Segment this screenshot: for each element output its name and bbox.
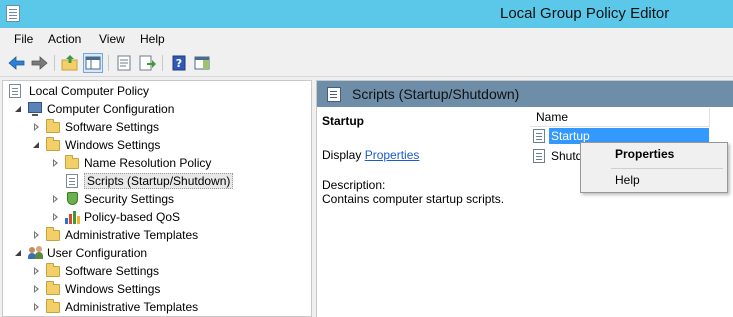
tree-label: Security Settings: [84, 192, 175, 206]
toolbar-separator: [54, 55, 55, 71]
script-icon: [64, 174, 80, 188]
window-title: Local Group Policy Editor: [500, 5, 670, 22]
folder-icon: [45, 263, 61, 278]
script-icon: [533, 129, 545, 143]
column-header-label: Name: [536, 110, 569, 124]
tree-label: Administrative Templates: [65, 300, 199, 314]
users-icon: [27, 246, 43, 260]
folder-icon: [64, 155, 80, 170]
tree-label: Computer Configuration: [47, 102, 175, 116]
toolbar-separator: [162, 55, 163, 71]
computer-icon: [27, 102, 43, 116]
menu-view[interactable]: View: [99, 32, 125, 46]
details-pane: Scripts (Startup/Shutdown) Startup Displ…: [316, 80, 733, 317]
tree-label: Local Computer Policy: [29, 84, 150, 98]
export-list-icon[interactable]: [137, 53, 157, 73]
script-icon: [533, 149, 545, 163]
tree-label: Policy-based QoS: [84, 210, 181, 224]
description-text: Contains computer startup scripts.: [322, 192, 505, 206]
display-prefix: Display: [322, 148, 365, 162]
help-icon[interactable]: ?: [169, 53, 189, 73]
collapse-arrow-icon[interactable]: [50, 194, 60, 204]
context-menu-help[interactable]: Help: [615, 173, 640, 187]
up-folder-icon[interactable]: [60, 53, 80, 73]
expand-arrow-icon[interactable]: [13, 104, 23, 114]
column-header-name[interactable]: Name: [530, 108, 710, 127]
context-menu-properties[interactable]: Properties: [615, 147, 674, 161]
show-hide-tree-icon[interactable]: [83, 53, 103, 73]
folder-icon: [45, 119, 61, 134]
collapse-arrow-icon[interactable]: [50, 212, 60, 222]
folder-icon: [45, 137, 61, 152]
title-bar: Local Group Policy Editor: [0, 0, 733, 28]
bar-chart-icon: [64, 210, 80, 224]
context-menu: Properties Help: [580, 142, 728, 193]
tree-label: Windows Settings: [65, 282, 161, 296]
console-tree[interactable]: Local Computer Policy Computer Configura…: [2, 80, 312, 317]
script-icon: [327, 87, 341, 102]
menu-action[interactable]: Action: [48, 32, 81, 46]
collapse-arrow-icon[interactable]: [31, 266, 41, 276]
properties-icon[interactable]: [114, 53, 134, 73]
context-menu-separator: [611, 168, 723, 169]
details-title: Scripts (Startup/Shutdown): [352, 86, 520, 102]
tree-label: Software Settings: [65, 120, 160, 134]
menu-file[interactable]: File: [14, 32, 33, 46]
properties-link[interactable]: Properties: [365, 148, 420, 162]
collapse-arrow-icon[interactable]: [50, 158, 60, 168]
forward-icon[interactable]: [29, 53, 49, 73]
folder-icon: [45, 227, 61, 242]
back-icon[interactable]: [7, 53, 27, 73]
svg-text:?: ?: [176, 57, 182, 70]
description-label: Description:: [322, 178, 386, 192]
tree-label: Software Settings: [65, 264, 160, 278]
expand-arrow-icon[interactable]: [13, 248, 23, 258]
folder-icon: [45, 299, 61, 314]
item-title: Startup: [322, 114, 364, 128]
show-hide-action-pane-icon[interactable]: [192, 53, 212, 73]
toolbar: ?: [0, 50, 733, 77]
toolbar-separator: [108, 55, 109, 71]
tree-label: Windows Settings: [65, 138, 161, 152]
shield-icon: [64, 192, 80, 206]
tree-label: User Configuration: [47, 246, 148, 260]
tree-label: Administrative Templates: [65, 228, 199, 242]
folder-icon: [45, 281, 61, 296]
tree-label: Name Resolution Policy: [84, 156, 212, 170]
collapse-arrow-icon[interactable]: [31, 284, 41, 294]
tree-label: Scripts (Startup/Shutdown): [84, 173, 234, 189]
collapse-arrow-icon[interactable]: [31, 230, 41, 240]
app-icon: [6, 5, 20, 22]
expand-arrow-icon[interactable]: [31, 140, 41, 150]
policy-icon: [7, 84, 23, 98]
menu-help[interactable]: Help: [140, 32, 165, 46]
collapse-arrow-icon[interactable]: [31, 122, 41, 132]
display-properties: Display Properties: [322, 148, 419, 162]
details-header: Scripts (Startup/Shutdown): [317, 81, 733, 107]
collapse-arrow-icon[interactable]: [31, 302, 41, 312]
menu-bar: File Action View Help: [0, 28, 733, 50]
